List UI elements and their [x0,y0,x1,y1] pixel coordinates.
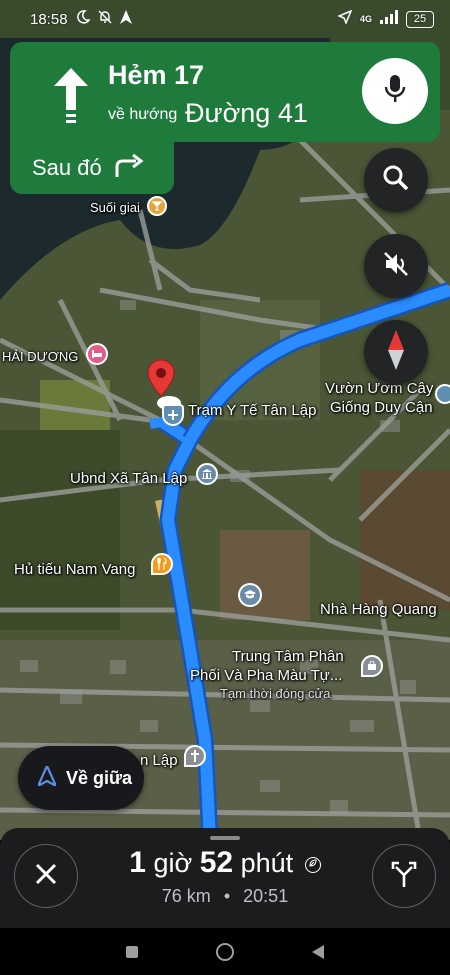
bar-icon[interactable] [147,196,167,216]
destination-pin-icon[interactable] [146,358,176,398]
alt-route-icon [391,860,417,893]
sheet-drag-handle[interactable] [210,836,240,840]
church-icon[interactable] [184,745,206,767]
poi-label-hu-tieu[interactable]: Hủ tiếu Nam Vang [14,561,135,578]
hotel-icon[interactable] [86,343,108,365]
battery-indicator: 25 [406,10,434,28]
status-bar: 18:58 4G 25 [0,0,450,38]
navigation-arrow-icon [36,764,58,791]
compass-button[interactable] [364,320,428,384]
recent-apps-icon[interactable] [126,945,138,958]
home-icon[interactable] [216,942,234,961]
poi-label-tram-y-te[interactable]: Trạm Y Tế Tân Lập [188,402,316,419]
back-icon[interactable] [312,944,324,959]
next-instruction-card[interactable]: Sau đó [10,142,174,194]
duration-minutes: 52 [199,846,234,879]
system-navigation-bar [0,928,450,975]
duration-hours-unit: giờ [153,848,193,878]
poi-label-ubnd[interactable]: Ubnd Xã Tân Lập [70,470,187,487]
school-icon[interactable] [238,583,262,607]
poi-label-nha-hang[interactable]: Nhà Hàng Quang [320,601,437,618]
signal-icon [380,10,398,28]
toward-street: Đường 41 [185,98,308,128]
turn-right-icon [114,153,144,183]
arrow-up-icon [46,64,96,124]
poi-label-vuon-uom-1[interactable]: Vườn Ươm Cây [325,380,433,397]
poi-label-trung-tam-2[interactable]: Phối Và Pha Màu Tự... [190,667,342,684]
search-icon [382,164,410,197]
poi-status-closed: Tạm thời đóng cửa [220,686,331,701]
status-time: 18:58 [30,10,68,28]
eco-leaf-icon [304,856,321,873]
place-icon[interactable] [435,384,450,404]
trip-separator: • [223,886,231,906]
then-label: Sau đó [32,155,102,180]
moon-icon [76,10,91,28]
poi-label-vuon-uom-2[interactable]: Giống Duy Cận [330,399,433,416]
recenter-button[interactable]: Về giữa [18,746,144,810]
mute-bell-icon [98,10,112,28]
medical-icon[interactable] [162,404,184,426]
mute-button[interactable] [364,234,428,298]
search-button[interactable] [364,148,428,212]
duration-minutes-unit: phút [240,848,294,878]
duration-hours: 1 [129,846,146,879]
mic-icon [384,74,406,109]
navigation-instruction-card[interactable]: Hẻm 17 về hướng Đường 41 [10,42,440,142]
compass-icon [386,329,406,375]
arrival-time: 20:51 [243,886,289,906]
poi-label-suoi-giai[interactable]: Suối giai [90,200,140,215]
poi-label-lap[interactable]: n Lập [140,752,178,769]
current-street: Hẻm 17 [108,60,205,90]
poi-label-hai-duong[interactable]: HẢI DƯƠNG [2,349,78,364]
government-icon[interactable] [196,463,218,485]
restaurant-icon[interactable] [151,553,173,575]
voice-search-button[interactable] [362,58,428,124]
navigation-status-icon [119,10,132,28]
shopping-icon[interactable] [361,655,383,677]
volume-off-icon [382,250,410,283]
trip-summary-sheet[interactable]: 1 giờ 52 phút 76 km • 20:51 [0,828,450,928]
alternate-routes-button[interactable] [372,844,436,908]
poi-label-trung-tam-1[interactable]: Trung Tâm Phân [232,648,344,665]
trip-distance: 76 km [161,886,211,906]
recenter-label: Về giữa [66,767,133,788]
toward-label: về hướng [108,106,178,123]
network-type: 4G [359,14,372,24]
location-arrow-icon [337,9,353,28]
